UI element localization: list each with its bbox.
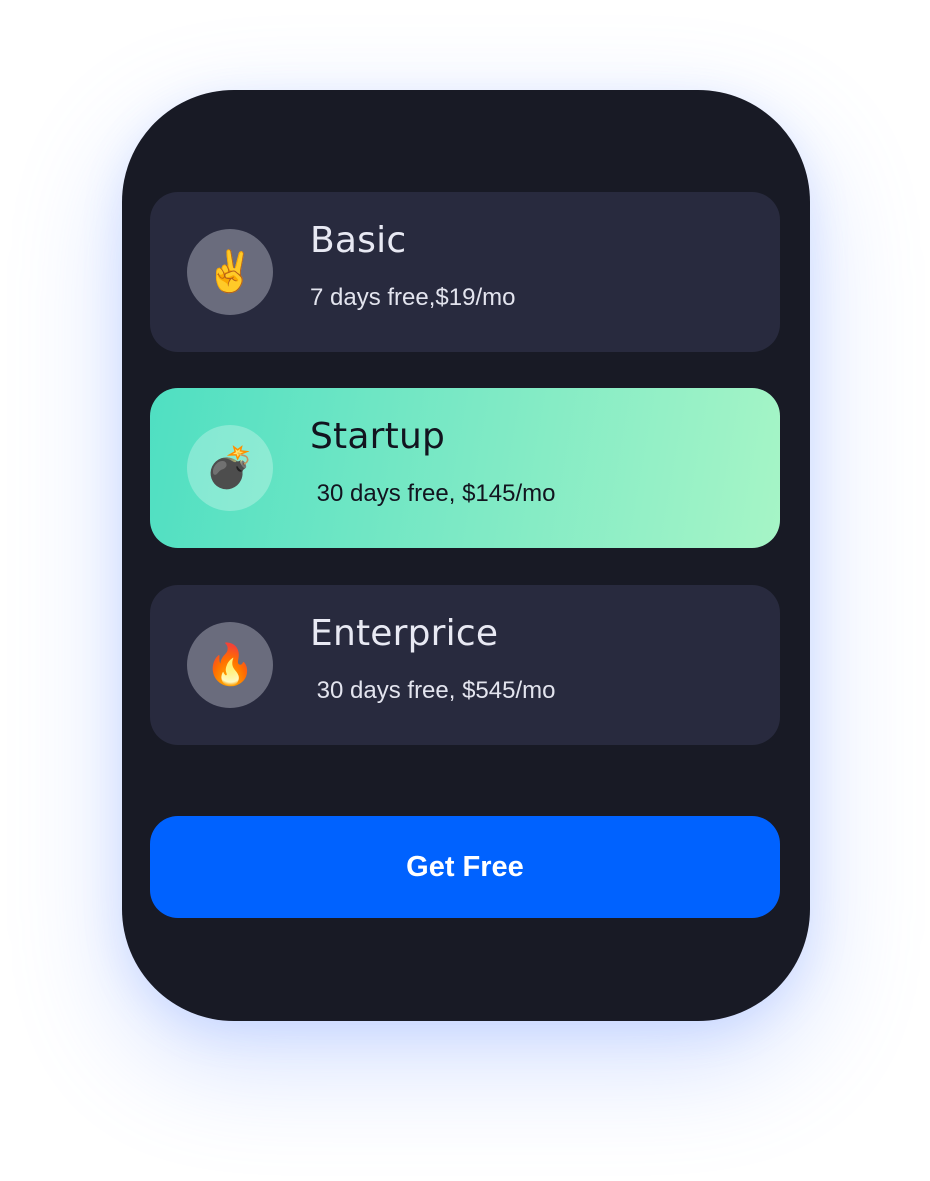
page-stage: ✌️ Basic 7 days free,$19/mo 💣 Startup 30…: [0, 0, 930, 1181]
plan-price: 30 days free, $145/mo: [310, 480, 556, 507]
plan-title: Basic: [310, 220, 407, 261]
bomb-emoji: 💣: [205, 445, 255, 491]
victory-hand-emoji: ✌️: [205, 249, 255, 295]
bomb-icon: 💣: [187, 425, 273, 511]
plan-price: 7 days free,$19/mo: [310, 284, 516, 311]
victory-hand-icon: ✌️: [187, 229, 273, 315]
get-free-button[interactable]: Get Free: [150, 816, 780, 918]
plan-option-enterprice[interactable]: 🔥 Enterprice 30 days free, $545/mo: [150, 585, 780, 745]
pricing-card: ✌️ Basic 7 days free,$19/mo 💣 Startup 30…: [122, 90, 810, 1021]
plan-option-basic[interactable]: ✌️ Basic 7 days free,$19/mo: [150, 192, 780, 352]
fire-icon: 🔥: [187, 622, 273, 708]
plan-title: Startup: [310, 416, 446, 457]
plan-option-startup[interactable]: 💣 Startup 30 days free, $145/mo: [150, 388, 780, 548]
plan-title: Enterprice: [310, 613, 499, 654]
fire-emoji: 🔥: [205, 642, 255, 688]
plan-price: 30 days free, $545/mo: [310, 677, 556, 704]
